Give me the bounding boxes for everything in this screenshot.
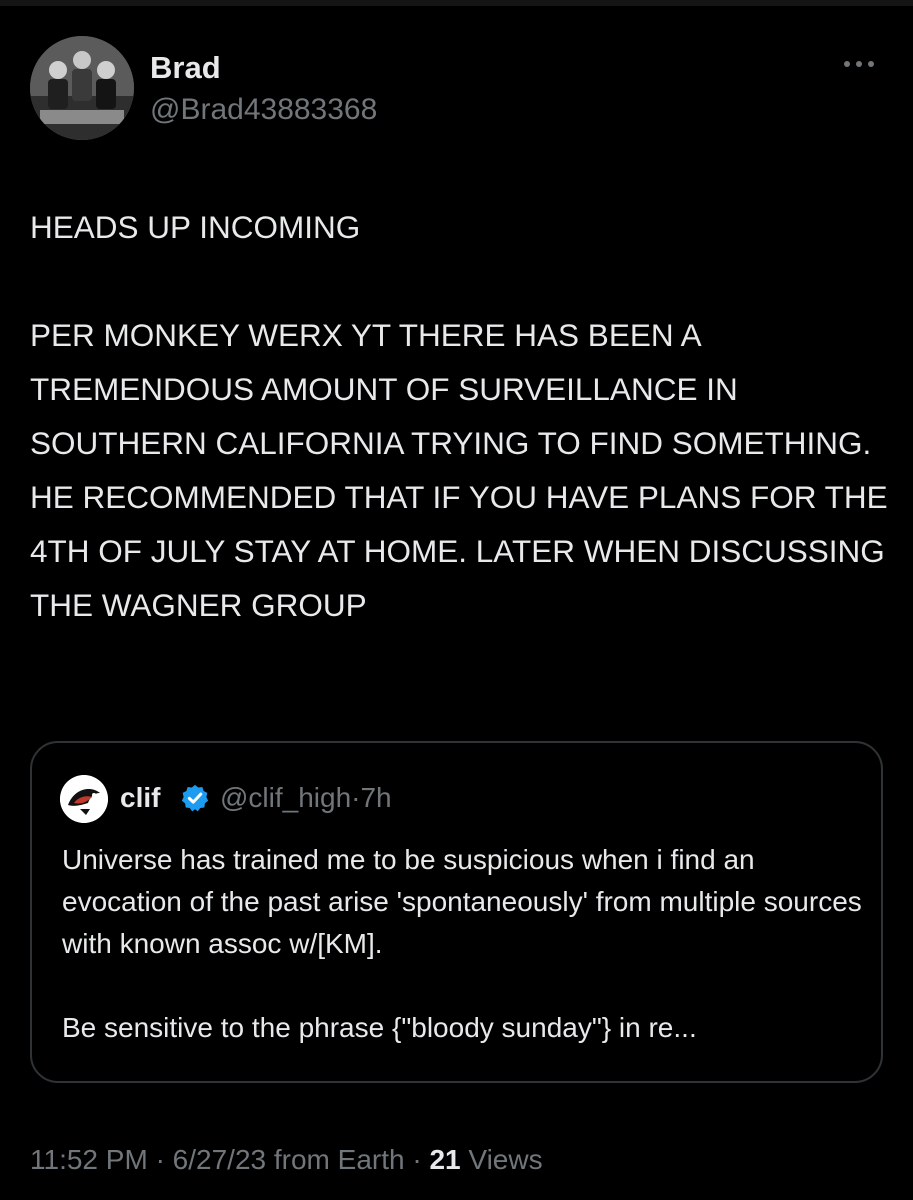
author-name[interactable]: Brad: [150, 50, 221, 86]
tweet-footer: 11:52 PM · 6/27/23 from Earth · 21 Views: [30, 1140, 543, 1180]
views-label: Views: [468, 1144, 543, 1175]
quoted-tweet-text: Universe has trained me to be suspicious…: [62, 844, 862, 1043]
quoted-tweet-time[interactable]: 7h: [360, 782, 391, 813]
quoted-author-name[interactable]: clif: [120, 781, 160, 815]
verified-badge-icon: [181, 784, 209, 812]
quoted-tweet-card[interactable]: clif @clif_high·7h Universe has trained …: [30, 741, 883, 1083]
more-horizontal-icon: [844, 61, 874, 67]
tweet-header: Brad @Brad43883368: [30, 36, 883, 146]
views-count[interactable]: 21: [429, 1144, 460, 1175]
top-strip: [0, 0, 913, 6]
footer-separator: ·: [155, 1144, 165, 1175]
tweet-source: from Earth: [273, 1144, 405, 1175]
more-options-button[interactable]: [839, 52, 879, 76]
quoted-author-avatar[interactable]: [60, 775, 108, 823]
quoted-tweet-header: clif @clif_high·7h: [60, 773, 860, 823]
author-avatar[interactable]: [30, 36, 134, 140]
author-handle[interactable]: @Brad43883368: [150, 92, 377, 128]
tweet-time[interactable]: 11:52 PM: [30, 1144, 148, 1175]
footer-separator: ·: [412, 1144, 422, 1175]
tweet-date[interactable]: 6/27/23: [173, 1144, 266, 1175]
quoted-author-handle[interactable]: @clif_high: [220, 782, 351, 813]
quoted-tweet-meta: @clif_high·7h: [220, 781, 392, 815]
tweet-text: HEADS UP INCOMING PER MONKEY WERX YT THE…: [30, 209, 888, 623]
